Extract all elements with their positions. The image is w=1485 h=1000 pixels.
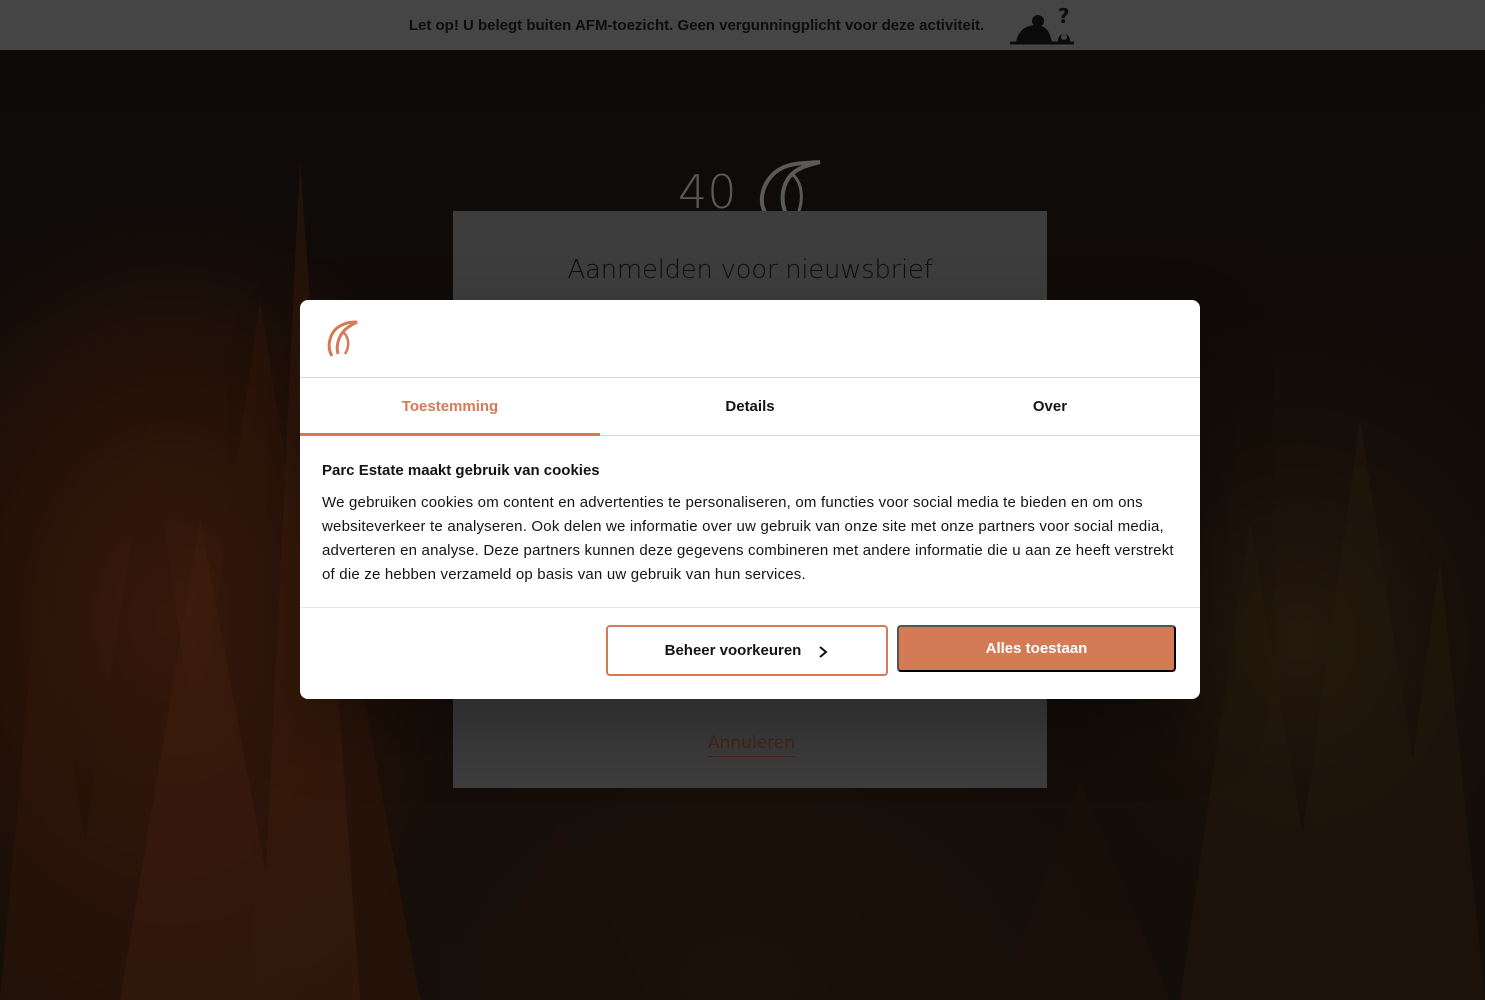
- cookie-consent-dialog: Toestemming Details Over Parc Estate maa…: [300, 300, 1200, 699]
- dialog-header: [300, 300, 1200, 378]
- tab-over[interactable]: Over: [900, 378, 1200, 435]
- manage-preferences-label: Beheer voorkeuren: [664, 642, 802, 659]
- allow-all-button[interactable]: Alles toestaan: [897, 625, 1176, 672]
- dialog-footer: Beheer voorkeuren Alles toestaan: [300, 608, 1200, 698]
- tab-details[interactable]: Details: [600, 378, 900, 435]
- tab-toestemming[interactable]: Toestemming: [300, 378, 600, 436]
- bird-logo-icon: [327, 320, 358, 357]
- dialog-body: Parc Estate maakt gebruik van cookies We…: [300, 436, 1200, 608]
- cookie-description: We gebruiken cookies om content en adver…: [322, 494, 1174, 583]
- manage-preferences-button[interactable]: Beheer voorkeuren: [606, 625, 888, 676]
- consent-tabs: Toestemming Details Over: [300, 378, 1200, 436]
- cookie-heading: Parc Estate maakt gebruik van cookies: [322, 462, 600, 479]
- chevron-right-icon: [819, 646, 828, 658]
